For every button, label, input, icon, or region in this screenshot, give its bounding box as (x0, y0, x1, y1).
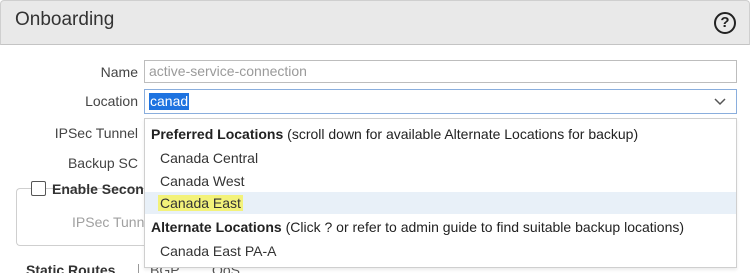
list-item-highlighted[interactable]: Canada East (145, 192, 736, 214)
ipsec-tunnel-label: IPSec Tunnel (54, 125, 138, 141)
name-label: Name (100, 64, 138, 80)
dialog-title: Onboarding (15, 9, 115, 30)
alternate-header-bold: Alternate Locations (151, 219, 282, 235)
backup-sc-label: Backup SC (67, 155, 138, 171)
alternate-locations-header: Alternate Locations (Click ? or refer to… (151, 219, 684, 235)
list-item[interactable]: Canada East PA-A (145, 240, 736, 262)
location-input-text[interactable]: canad (149, 93, 190, 110)
chevron-down-icon[interactable] (713, 94, 727, 108)
location-dropdown-list: Preferred Locations (scroll down for ava… (144, 118, 737, 268)
option-match-highlight: Canada East (158, 195, 243, 211)
location-combobox[interactable]: canad (144, 89, 737, 114)
preferred-header-note: (scroll down for available Alternate Loc… (283, 126, 639, 142)
preferred-header-bold: Preferred Locations (151, 126, 284, 142)
preferred-locations-header: Preferred Locations (scroll down for ava… (151, 126, 638, 142)
tab-static-routes[interactable]: Static Routes (26, 262, 115, 273)
enable-secondary-label: Enable Seconda (52, 181, 144, 197)
location-label: Location (85, 93, 138, 109)
enable-secondary-checkbox[interactable] (31, 181, 46, 196)
help-icon[interactable]: ? (714, 12, 736, 34)
alternate-header-note: (Click ? or refer to admin guide to find… (281, 219, 685, 235)
dialog-header: Onboarding ? (0, 0, 750, 45)
tab-divider (138, 264, 139, 273)
name-field[interactable]: active-service-connection (144, 60, 737, 83)
list-item[interactable]: Canada West (145, 170, 736, 192)
list-item[interactable]: Canada Central (145, 147, 736, 169)
ipsec-tunnel-secondary-label: IPSec Tunne (72, 214, 144, 230)
